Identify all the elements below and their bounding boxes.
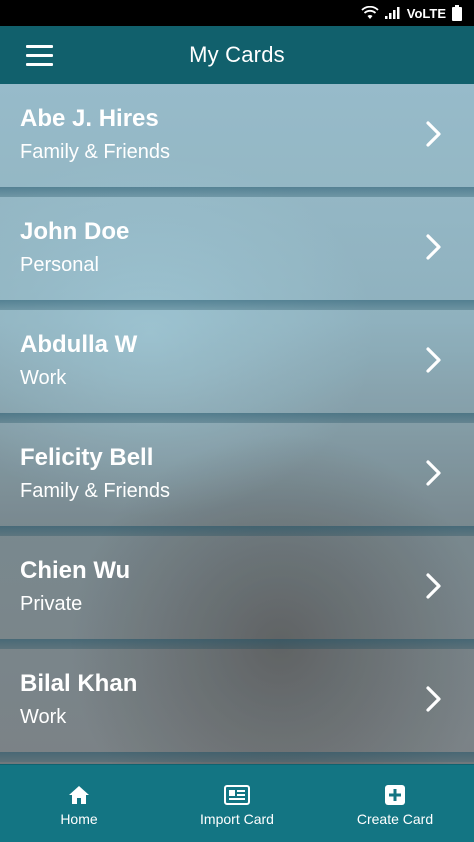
battery-icon [452,5,462,21]
card-name: Bilal Khan [20,670,138,697]
card-name: Felicity Bell [20,444,154,471]
app-bar: My Cards [0,26,474,84]
chevron-right-icon [426,573,441,599]
card-name: Abdulla W [20,331,138,358]
divider [0,300,474,310]
divider [0,752,474,762]
network-label: VoLTE [406,5,446,21]
card-category: Work [20,367,67,389]
divider [0,639,474,649]
card-list[interactable]: Abe J. Hires Family & Friends John Doe P… [0,84,474,764]
chevron-right-icon [426,347,441,373]
card-name: Abe J. Hires [20,105,159,132]
nav-import-card-button[interactable]: Import Card [158,765,316,842]
divider [0,526,474,536]
plus-square-icon [385,784,405,805]
wifi-icon [361,6,379,19]
nav-import-card-label: Import Card [200,810,274,827]
signal-icon [384,7,400,19]
nav-create-card-label: Create Card [356,810,434,827]
chevron-right-icon [426,686,441,712]
card-item[interactable]: Chien Wu Private [0,536,474,649]
card-category: Private [20,593,83,615]
card-category: Work [20,706,67,728]
card-item[interactable]: Abe J. Hires Family & Friends [0,84,474,197]
card-category: Family & Friends [20,480,171,502]
nav-home-label: Home [60,810,98,827]
divider [0,413,474,423]
card-category: Family & Friends [20,141,171,163]
chevron-right-icon [426,460,441,486]
status-bar: VoLTE [0,0,474,26]
chevron-right-icon [426,234,441,260]
menu-icon[interactable] [14,40,64,70]
card-name: John Doe [20,218,130,245]
card-item[interactable]: Felicity Bell Family & Friends [0,423,474,536]
card-item[interactable]: Bilal Khan Work [0,649,474,762]
card-item[interactable]: Abdulla W Work [0,310,474,423]
chevron-right-icon [426,121,441,147]
nav-create-card-button[interactable]: Create Card [316,765,474,842]
bottom-nav: Home Import Card Create Card [0,764,474,842]
card-category: Personal [20,254,99,276]
card-item[interactable]: John Doe Personal [0,197,474,310]
home-icon [69,785,89,804]
import-card-icon [224,784,250,805]
nav-home-button[interactable]: Home [0,765,158,842]
page-title: My Cards [189,42,285,67]
card-name: Chien Wu [20,557,131,584]
divider [0,187,474,197]
